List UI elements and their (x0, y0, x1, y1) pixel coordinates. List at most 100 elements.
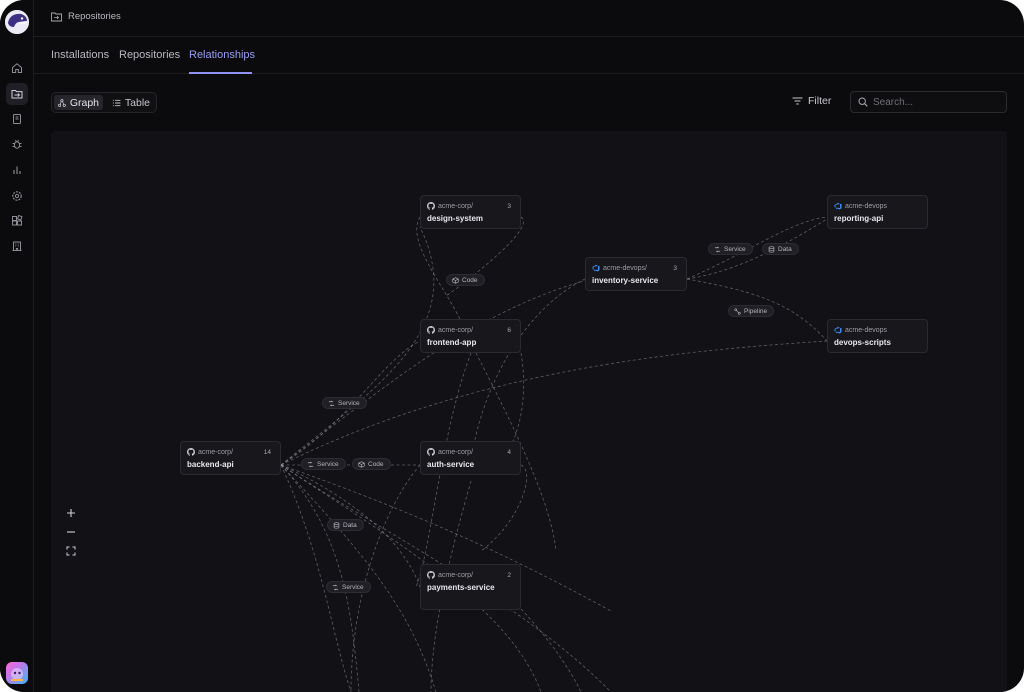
building-icon[interactable] (6, 235, 28, 257)
dependency-count: 3 (507, 203, 511, 210)
edge-label-service[interactable]: Service (301, 458, 346, 470)
repo-name: payments-service (427, 583, 495, 592)
repo-name: auth-service (427, 460, 475, 469)
edge-label-text: Data (343, 521, 357, 529)
edge-label-code[interactable]: Code (446, 274, 485, 286)
repo-name: inventory-service (592, 276, 659, 285)
edge-label-text: Code (368, 460, 384, 468)
graph-icon (58, 98, 66, 107)
book-icon[interactable] (6, 108, 28, 130)
repo-node-design-system[interactable]: acme-corp/ 3 design-system (420, 195, 521, 229)
user-avatar[interactable] (6, 662, 28, 684)
repo-owner: acme-corp/ (438, 448, 474, 456)
repo-node-reporting-api[interactable]: acme-devops reporting-api (827, 195, 928, 229)
bug-icon[interactable] (6, 133, 28, 155)
fit-view-icon[interactable] (62, 543, 80, 559)
repo-node-devops-scripts[interactable]: acme-devops devops-scripts (827, 319, 928, 353)
repo-owner: acme-corp/ (438, 202, 474, 210)
zoom-out-icon[interactable] (62, 524, 80, 540)
integrations-icon[interactable] (6, 210, 28, 232)
edge-label-service[interactable]: Service (322, 397, 367, 409)
repo-node-backend-api[interactable]: acme-corp/ 14 backend-api (180, 441, 281, 475)
home-icon[interactable] (6, 57, 28, 79)
pipeline-icon (734, 307, 741, 315)
edge-label-code[interactable]: Code (352, 458, 391, 470)
breadcrumb-label: Repositories (68, 11, 121, 22)
github-icon (427, 571, 435, 579)
edge-label-pipeline[interactable]: Pipeline (728, 305, 775, 317)
edge-label-text: Pipeline (744, 307, 768, 315)
package-icon (452, 276, 459, 284)
repo-owner: acme-corp/ (438, 571, 474, 579)
service-icon (328, 400, 335, 406)
service-icon (332, 584, 339, 590)
repo-node-frontend-app[interactable]: acme-corp/ 6 frontend-app (420, 319, 521, 353)
top-bar: Repositories (34, 0, 1024, 37)
graph-view-button[interactable]: Graph (54, 95, 103, 110)
filter-button[interactable]: Filter (792, 95, 831, 107)
repo-name: devops-scripts (834, 338, 891, 347)
filter-label: Filter (808, 95, 832, 107)
repo-owner: acme-devops (845, 202, 888, 210)
app-logo[interactable] (5, 10, 29, 34)
edge-label-text: Service (724, 245, 746, 253)
dependency-count: 14 (263, 449, 271, 456)
tab-repositories[interactable]: Repositories (119, 49, 180, 61)
filter-icon (792, 97, 803, 105)
tab-installations[interactable]: Installations (51, 49, 109, 61)
search-icon (858, 97, 868, 107)
github-icon (427, 326, 435, 334)
service-icon (307, 461, 314, 467)
breadcrumb[interactable]: Repositories (51, 11, 121, 22)
azure-devops-icon (834, 202, 842, 210)
repo-owner: acme-corp/ (438, 326, 474, 334)
repo-node-inventory-service[interactable]: acme-devops/ 3 inventory-service (585, 257, 687, 291)
app-window: Repositories Installations Repositories … (0, 0, 1024, 692)
tab-relationships[interactable]: Relationships (189, 49, 255, 61)
dependency-count: 4 (507, 449, 511, 456)
edge-label-text: Service (342, 583, 364, 591)
azure-devops-icon (834, 326, 842, 334)
list-icon (112, 99, 121, 106)
view-toggle: Graph Table (51, 92, 157, 113)
database-icon (333, 521, 340, 529)
dependency-count: 3 (673, 265, 677, 272)
edge-label-text: Service (317, 460, 339, 468)
repo-node-auth-service[interactable]: acme-corp/ 4 auth-service (420, 441, 521, 475)
edge-label-text: Data (778, 245, 792, 253)
zoom-in-icon[interactable] (62, 505, 80, 521)
edge-label-data[interactable]: Data (762, 243, 799, 255)
edge-label-service[interactable]: Service (708, 243, 753, 255)
graph-canvas[interactable]: Code Service Data Pipeline Service Servi… (51, 131, 1007, 692)
repo-owner: acme-corp/ (198, 448, 234, 456)
edge-label-text: Service (338, 399, 360, 407)
table-view-button[interactable]: Table (108, 95, 154, 110)
table-view-label: Table (124, 96, 150, 109)
dependency-count: 2 (507, 572, 511, 579)
repo-node-payments-service[interactable]: acme-corp/ 2 payments-service (420, 564, 521, 610)
repo-name: frontend-app (427, 338, 477, 347)
gear-icon[interactable] (6, 185, 28, 207)
github-icon (427, 202, 435, 210)
repo-name: design-system (427, 214, 484, 223)
repo-owner: acme-devops (845, 326, 888, 334)
repositories-folder-icon[interactable] (6, 83, 28, 105)
repo-name: backend-api (187, 460, 234, 469)
edge-label-data[interactable]: Data (327, 519, 364, 531)
azure-devops-icon (592, 264, 600, 272)
search-input[interactable] (873, 96, 993, 108)
edge-label-service[interactable]: Service (326, 581, 371, 593)
package-icon (358, 460, 365, 468)
active-tab-indicator (189, 72, 252, 74)
edge-label-text: Code (462, 276, 478, 284)
repo-owner: acme-devops/ (603, 264, 647, 272)
service-icon (714, 246, 721, 252)
bar-chart-icon[interactable] (6, 159, 28, 181)
database-icon (768, 245, 775, 253)
github-icon (427, 448, 435, 456)
github-icon (187, 448, 195, 456)
search-box (850, 91, 1007, 113)
sidebar (0, 0, 34, 692)
repo-name: reporting-api (834, 214, 884, 223)
graph-view-label: Graph (69, 96, 99, 109)
